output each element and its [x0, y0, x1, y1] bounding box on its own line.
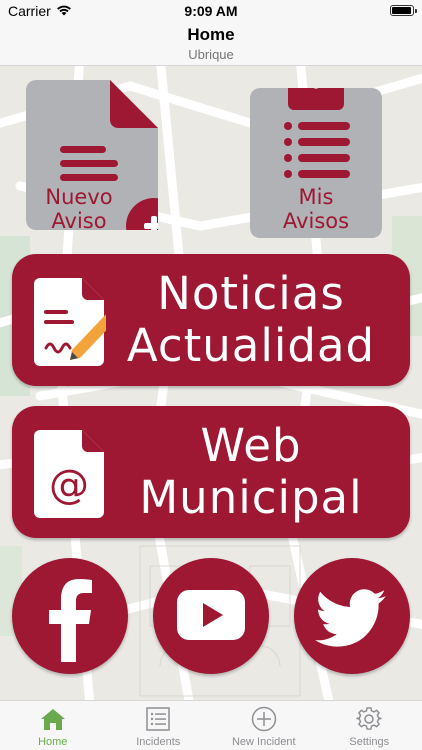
document-at-icon: @ — [34, 430, 104, 518]
page-subtitle: Ubrique — [188, 47, 234, 62]
youtube-button[interactable] — [153, 558, 269, 674]
twitter-icon — [315, 589, 386, 647]
twitter-button[interactable] — [294, 558, 410, 674]
home-icon — [40, 709, 65, 730]
svg-text:@: @ — [49, 462, 89, 508]
status-time: 9:09 AM — [184, 3, 238, 19]
new-report-label-line1: Nuevo — [45, 185, 113, 209]
list-icon — [146, 707, 170, 731]
tab-incidents[interactable]: Incidents — [106, 701, 212, 750]
battery-icon — [390, 5, 417, 16]
facebook-icon — [49, 579, 92, 662]
web-municipal-banner-button[interactable]: @ Web Municipal — [12, 406, 410, 538]
plus-circle-icon — [251, 706, 276, 732]
my-reports-tile[interactable]: Mis Avisos — [250, 88, 382, 238]
tab-settings-label: Settings — [349, 736, 390, 748]
gear-icon — [356, 707, 382, 730]
facebook-button[interactable] — [12, 558, 128, 674]
document-edit-icon — [34, 278, 106, 366]
status-bar: Carrier 9:09 AM — [0, 0, 422, 22]
youtube-icon — [177, 590, 245, 640]
my-reports-label-line2: Avisos — [282, 209, 350, 233]
my-reports-label-line1: Mis — [298, 185, 334, 209]
tab-home[interactable]: Home — [0, 701, 106, 750]
home-content: Nuevo Aviso Mis Avisos Noticias Actualid… — [0, 66, 422, 700]
tab-bar: Home Incidents New Incident Settings — [0, 700, 422, 750]
tab-incidents-label: Incidents — [136, 736, 181, 748]
navigation-bar: Home Ubrique — [0, 22, 422, 66]
page-title: Home — [187, 25, 235, 44]
news-banner-line2: Actualidad — [126, 319, 376, 372]
tab-new-incident[interactable]: New Incident — [211, 701, 317, 750]
tab-settings[interactable]: Settings — [317, 701, 422, 750]
web-banner-line1: Web — [200, 419, 302, 472]
new-report-label-line2: Aviso — [51, 209, 107, 233]
new-report-tile[interactable]: Nuevo Aviso — [26, 80, 158, 233]
tab-home-label: Home — [38, 736, 68, 748]
tab-new-incident-label: New Incident — [231, 736, 296, 748]
web-banner-line2: Municipal — [139, 471, 363, 524]
news-banner-line1: Noticias — [157, 267, 345, 320]
news-banner-button[interactable]: Noticias Actualidad — [12, 254, 410, 386]
